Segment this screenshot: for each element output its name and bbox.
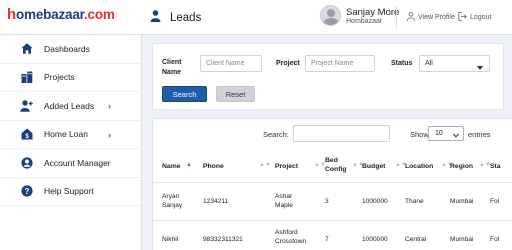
logo-prefix: h: [7, 6, 16, 23]
profile-icon: [407, 11, 415, 23]
view-profile-link[interactable]: View Profile: [407, 11, 455, 23]
sort-asc-icon[interactable]: ▲: [186, 162, 192, 168]
chevron-right-icon: ›: [108, 101, 111, 111]
account-icon: [20, 156, 33, 169]
homebazaar-logo[interactable]: homebazaar.com: [7, 6, 115, 23]
entries-label: entries: [468, 130, 491, 139]
column-header-status[interactable]: Sta: [490, 162, 501, 171]
column-header-location[interactable]: Location: [405, 162, 433, 171]
status-label: Status: [391, 60, 413, 67]
user-name: Sanjay More: [346, 6, 400, 18]
user-menu[interactable]: Sanjay More Hombazaar: [320, 5, 399, 26]
sidebar-item-help-support[interactable]: ? Help Support: [0, 178, 141, 206]
column-header-bed-config[interactable]: Bed Config: [325, 156, 349, 174]
sidebar-item-label: Added Leads: [44, 100, 95, 111]
sidebar-item-label: Home Loan: [44, 129, 88, 140]
cell-budget: 1000000: [362, 236, 388, 243]
cell-region: Mumbai: [450, 198, 474, 205]
help-icon: ?: [20, 185, 33, 198]
cell-status: Fol: [490, 198, 500, 205]
sort-icon[interactable]: ▲▼: [259, 162, 271, 168]
sidebar-item-label: Help Support: [44, 186, 94, 197]
logout-link[interactable]: Logout: [458, 12, 491, 23]
logo-suffix: .com: [83, 7, 115, 22]
sidebar-item-label: Account Manager: [44, 157, 111, 168]
buildings-icon: [20, 71, 33, 84]
column-header-region[interactable]: Region: [450, 162, 473, 171]
cell-region: Mumbai: [450, 236, 474, 243]
sidebar-item-home-loan[interactable]: $ Home Loan ›: [0, 121, 141, 149]
home-icon: [20, 42, 33, 55]
project-input[interactable]: Project Name: [305, 55, 375, 72]
top-bar: homebazaar.com Leads Sanjay More Hombaza…: [0, 0, 512, 35]
cell-name: Nikhil: [162, 236, 179, 243]
sidebar-item-projects[interactable]: Projects: [0, 64, 141, 92]
status-value: All: [425, 60, 433, 67]
header-divider: [396, 6, 397, 28]
page-title: Leads: [170, 12, 202, 24]
cell-location: Central: [405, 236, 427, 243]
chevron-down-icon: [477, 61, 483, 76]
table-row-divider: [152, 220, 512, 221]
logo-main: omebazaar: [15, 7, 84, 22]
user-org: Hombazaar: [346, 17, 383, 25]
cell-bed-config: 3: [325, 198, 329, 205]
sidebar-item-label: Dashboards: [44, 43, 90, 54]
view-profile-label: View Profile: [418, 14, 455, 21]
cell-project: Ashar Maple: [275, 193, 293, 209]
project-label: Project: [276, 60, 300, 67]
entries-select[interactable]: 10: [428, 126, 464, 141]
add-user-icon: [20, 99, 33, 112]
svg-text:?: ?: [24, 187, 29, 196]
home-loan-icon: $: [20, 128, 33, 141]
status-select[interactable]: All: [419, 55, 490, 72]
chevron-down-icon: [453, 130, 459, 143]
logout-icon: [458, 12, 467, 23]
page-header: Leads: [150, 9, 201, 27]
client-name-input[interactable]: Client Name: [200, 55, 262, 72]
column-header-name[interactable]: Name: [162, 162, 181, 171]
column-header-budget[interactable]: Budget: [362, 162, 385, 171]
logout-label: Logout: [470, 14, 492, 21]
search-button[interactable]: Search: [162, 86, 207, 102]
cell-status: Fol: [490, 236, 500, 243]
cell-phone: 1234211: [203, 198, 229, 205]
cell-name: Aryan Sanjay: [162, 193, 183, 209]
cell-budget: 1000000: [362, 198, 388, 205]
table-header-divider: [152, 182, 512, 183]
avatar[interactable]: [320, 5, 341, 26]
sidebar-item-added-leads[interactable]: Added Leads ›: [0, 92, 141, 121]
user-icon: [150, 9, 161, 27]
column-header-project[interactable]: Project: [275, 162, 298, 171]
sidebar-item-label: Projects: [44, 72, 75, 83]
sidebar: Dashboards Projects Added Leads › $ Home…: [0, 35, 142, 250]
cell-bed-config: 7: [325, 236, 329, 243]
cell-location: Thane: [405, 198, 424, 205]
reset-button[interactable]: Reset: [216, 86, 255, 102]
cell-phone: 98332311321: [203, 236, 243, 243]
show-label: Show: [410, 130, 429, 139]
table-search-label: Search:: [263, 130, 289, 139]
table-search-input[interactable]: [293, 125, 390, 142]
cell-project: Ashford Crosstown: [275, 229, 307, 245]
chevron-right-icon: ›: [108, 129, 111, 140]
sidebar-item-account-manager[interactable]: Account Manager: [0, 149, 141, 178]
entries-value: 10: [435, 130, 443, 137]
sidebar-item-dashboards[interactable]: Dashboards: [0, 35, 141, 64]
client-name-label: Client Name: [162, 59, 182, 76]
column-header-phone[interactable]: Phone: [203, 162, 224, 171]
